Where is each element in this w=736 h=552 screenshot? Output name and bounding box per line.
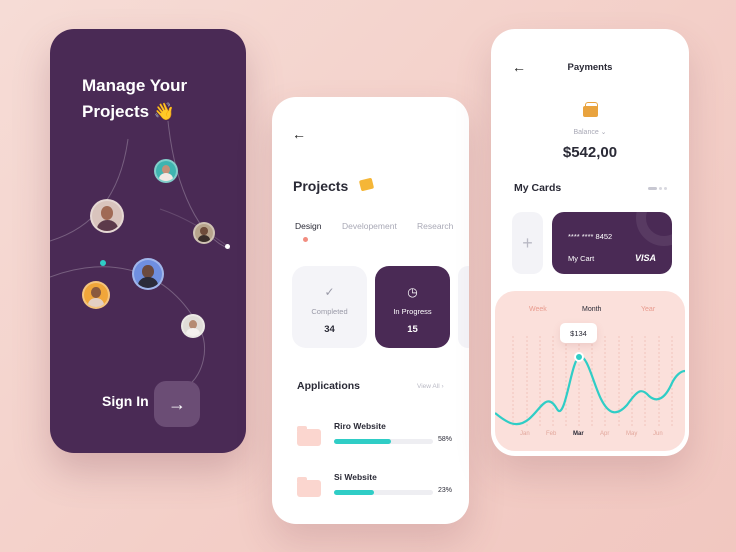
avatar [154, 159, 178, 183]
progress-percent: 58% [438, 436, 453, 443]
clock-icon: ◷ [407, 285, 418, 299]
avatar [193, 222, 215, 244]
stat-card-in-progress[interactable]: ◷ In Progress 15 [375, 266, 450, 348]
x-label-may: May [626, 431, 638, 437]
check-icon: ✓ [324, 285, 335, 299]
stat-card-completed[interactable]: ✓ Completed 34 [292, 266, 367, 348]
x-label-mar: Mar [573, 431, 584, 437]
box-icon [358, 177, 375, 192]
progress-fill [334, 439, 392, 444]
orbit-dot [225, 244, 230, 249]
stat-label: Completed [311, 307, 348, 316]
progress-track [334, 439, 433, 444]
avatar [90, 199, 124, 233]
spending-chart: Week Month Year $134 Jan Feb Mar Apr May… [495, 291, 685, 451]
app-name: Si Website [334, 472, 377, 482]
card-pager[interactable] [648, 187, 667, 190]
stat-value: 34 [324, 324, 335, 335]
series-line [495, 355, 685, 426]
list-item[interactable]: Riro Website 58% [297, 421, 457, 461]
plus-icon: + [522, 232, 533, 253]
sign-in-label[interactable]: Sign In [102, 393, 149, 409]
cards-title: My Cards [514, 182, 562, 194]
visa-logo: VISA [635, 253, 657, 263]
app-name: Riro Website [334, 421, 386, 431]
add-card-button[interactable]: + [512, 212, 543, 274]
credit-card[interactable]: **** **** 8452 My Cart VISA [552, 212, 672, 274]
card-name: My Cart [568, 254, 595, 263]
balance-value: $542,00 [562, 144, 618, 161]
stat-value: 15 [407, 324, 418, 335]
orbit-dot [100, 260, 106, 266]
folder-icon [297, 477, 321, 497]
onboarding-title: Manage Your Projects 👋 [82, 76, 188, 121]
line-chart [495, 336, 685, 426]
progress-fill [334, 490, 374, 495]
back-arrow-icon[interactable]: ← [292, 126, 306, 142]
onboarding-screen: Manage Your Projects 👋 Sign In → [50, 29, 246, 453]
progress-track [334, 490, 433, 495]
card-decoration [636, 212, 672, 246]
x-label-feb: Feb [546, 431, 557, 437]
avatar [132, 258, 164, 290]
payments-screen: ← Payments Balance ⌄ $542,00 My Cards + … [491, 29, 689, 456]
x-label-apr: Apr [600, 431, 610, 437]
list-item[interactable]: Si Website 23% [297, 472, 457, 512]
tab-development[interactable]: Developement [342, 221, 397, 231]
card-number: **** **** 8452 [568, 232, 613, 241]
balance-dropdown[interactable]: Balance ⌄ [491, 128, 689, 136]
stat-label: In Progress [393, 307, 432, 316]
avatar [181, 314, 205, 338]
view-all-link[interactable]: View All › [417, 383, 444, 390]
arrow-right-icon: → [168, 393, 186, 414]
page-title: Projects [293, 178, 349, 194]
progress-percent: 23% [438, 487, 453, 494]
applications-title: Applications [297, 380, 361, 392]
basket-icon [583, 102, 598, 117]
folder-icon [297, 426, 321, 446]
avatar [82, 281, 110, 309]
x-label-jan: Jan [520, 431, 530, 437]
stat-card-partial[interactable] [458, 266, 469, 348]
value-tooltip: $134 [560, 323, 597, 343]
x-label-jun: Jun [653, 431, 663, 437]
tab-design[interactable]: Design [295, 221, 321, 231]
tab-research[interactable]: Research [417, 221, 453, 231]
projects-screen: ← Projects Design Developement Research … [272, 97, 469, 524]
page-title: Payments [567, 62, 613, 73]
highlight-point [574, 352, 584, 362]
active-tab-indicator [303, 237, 308, 242]
sign-in-button[interactable]: → [154, 381, 200, 427]
